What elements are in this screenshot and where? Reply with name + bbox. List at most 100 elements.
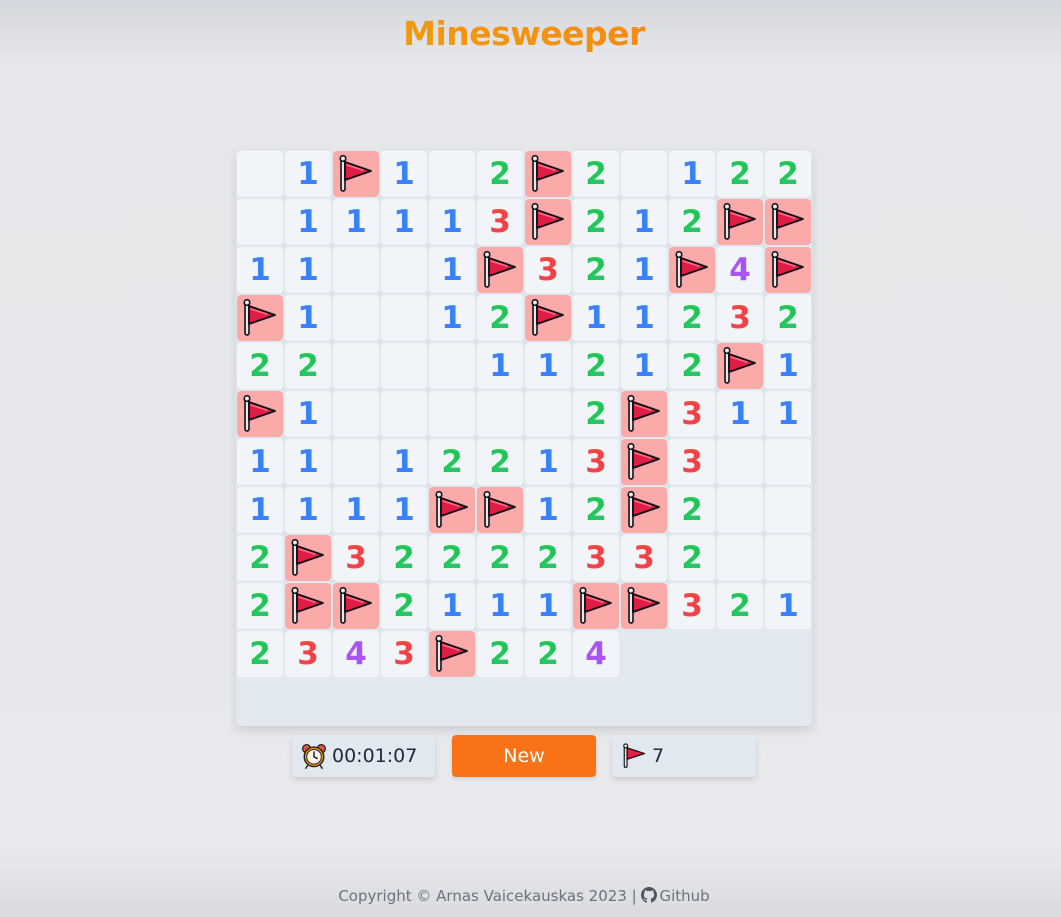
empty-cell[interactable]	[381, 343, 427, 389]
flagged-cell[interactable]	[429, 487, 475, 533]
number-cell[interactable]: 2	[573, 343, 619, 389]
number-cell[interactable]: 1	[429, 583, 475, 629]
number-cell[interactable]: 1	[477, 583, 523, 629]
number-cell[interactable]: 1	[285, 247, 331, 293]
flagged-cell[interactable]	[765, 247, 811, 293]
number-cell[interactable]: 1	[525, 343, 571, 389]
number-cell[interactable]: 1	[765, 391, 811, 437]
number-cell[interactable]: 1	[381, 487, 427, 533]
number-cell[interactable]: 2	[477, 295, 523, 341]
unrevealed-cell[interactable]	[477, 679, 523, 725]
number-cell[interactable]: 2	[717, 151, 763, 197]
number-cell[interactable]: 2	[573, 151, 619, 197]
number-cell[interactable]: 2	[381, 535, 427, 581]
flagged-cell[interactable]	[717, 343, 763, 389]
unrevealed-cell[interactable]	[669, 679, 715, 725]
number-cell[interactable]: 4	[717, 247, 763, 293]
number-cell[interactable]: 1	[765, 583, 811, 629]
number-cell[interactable]: 1	[237, 247, 283, 293]
number-cell[interactable]: 1	[381, 151, 427, 197]
number-cell[interactable]: 2	[237, 343, 283, 389]
empty-cell[interactable]	[621, 151, 667, 197]
empty-cell[interactable]	[429, 343, 475, 389]
number-cell[interactable]: 3	[525, 247, 571, 293]
empty-cell[interactable]	[333, 247, 379, 293]
flagged-cell[interactable]	[477, 487, 523, 533]
unrevealed-cell[interactable]	[765, 631, 811, 677]
unrevealed-cell[interactable]	[717, 679, 763, 725]
number-cell[interactable]: 1	[621, 247, 667, 293]
number-cell[interactable]: 1	[621, 295, 667, 341]
empty-cell[interactable]	[765, 535, 811, 581]
number-cell[interactable]: 3	[669, 439, 715, 485]
unrevealed-cell[interactable]	[381, 679, 427, 725]
number-cell[interactable]: 3	[621, 535, 667, 581]
number-cell[interactable]: 1	[717, 391, 763, 437]
number-cell[interactable]: 1	[381, 439, 427, 485]
unrevealed-cell[interactable]	[573, 679, 619, 725]
empty-cell[interactable]	[333, 295, 379, 341]
empty-cell[interactable]	[381, 247, 427, 293]
flagged-cell[interactable]	[621, 583, 667, 629]
flagged-cell[interactable]	[237, 391, 283, 437]
number-cell[interactable]: 1	[237, 439, 283, 485]
number-cell[interactable]: 1	[573, 295, 619, 341]
flagged-cell[interactable]	[237, 295, 283, 341]
number-cell[interactable]: 2	[765, 151, 811, 197]
flagged-cell[interactable]	[429, 631, 475, 677]
number-cell[interactable]: 1	[333, 487, 379, 533]
number-cell[interactable]: 3	[669, 391, 715, 437]
flagged-cell[interactable]	[717, 199, 763, 245]
unrevealed-cell[interactable]	[429, 679, 475, 725]
number-cell[interactable]: 1	[381, 199, 427, 245]
number-cell[interactable]: 2	[669, 535, 715, 581]
empty-cell[interactable]	[333, 343, 379, 389]
empty-cell[interactable]	[237, 199, 283, 245]
number-cell[interactable]: 1	[429, 247, 475, 293]
number-cell[interactable]: 3	[285, 631, 331, 677]
number-cell[interactable]: 3	[477, 199, 523, 245]
number-cell[interactable]: 3	[669, 583, 715, 629]
new-game-button[interactable]: New	[452, 735, 596, 777]
flagged-cell[interactable]	[621, 439, 667, 485]
empty-cell[interactable]	[717, 535, 763, 581]
unrevealed-cell[interactable]	[285, 679, 331, 725]
number-cell[interactable]: 1	[285, 391, 331, 437]
github-link[interactable]: Github	[641, 887, 710, 905]
number-cell[interactable]: 2	[477, 439, 523, 485]
number-cell[interactable]: 3	[381, 631, 427, 677]
number-cell[interactable]: 2	[477, 535, 523, 581]
number-cell[interactable]: 1	[669, 151, 715, 197]
minesweeper-board[interactable]: + + + + + + + + + + + + + + + + + + + + + + + + + + + + + + + + + + + + + + + +…	[236, 150, 812, 726]
flagged-cell[interactable]	[525, 199, 571, 245]
number-cell[interactable]: 2	[669, 199, 715, 245]
number-cell[interactable]: 2	[525, 535, 571, 581]
unrevealed-cell[interactable]	[621, 631, 667, 677]
number-cell[interactable]: 2	[525, 631, 571, 677]
number-cell[interactable]: 3	[333, 535, 379, 581]
number-cell[interactable]: 2	[381, 583, 427, 629]
flagged-cell[interactable]	[573, 583, 619, 629]
empty-cell[interactable]	[477, 391, 523, 437]
number-cell[interactable]: 1	[621, 199, 667, 245]
unrevealed-cell[interactable]	[525, 679, 571, 725]
number-cell[interactable]: 2	[669, 343, 715, 389]
flagged-cell[interactable]	[525, 295, 571, 341]
number-cell[interactable]: 2	[237, 535, 283, 581]
number-cell[interactable]: 1	[285, 295, 331, 341]
number-cell[interactable]: 2	[573, 391, 619, 437]
flagged-cell[interactable]	[765, 199, 811, 245]
flagged-cell[interactable]	[669, 247, 715, 293]
flagged-cell[interactable]	[621, 487, 667, 533]
number-cell[interactable]: 1	[621, 343, 667, 389]
number-cell[interactable]: 3	[573, 535, 619, 581]
number-cell[interactable]: 1	[477, 343, 523, 389]
number-cell[interactable]: 2	[285, 343, 331, 389]
number-cell[interactable]: 4	[333, 631, 379, 677]
empty-cell[interactable]	[429, 391, 475, 437]
number-cell[interactable]: 1	[525, 487, 571, 533]
flagged-cell[interactable]	[285, 535, 331, 581]
flagged-cell[interactable]	[333, 583, 379, 629]
empty-cell[interactable]	[381, 391, 427, 437]
flagged-cell[interactable]	[621, 391, 667, 437]
